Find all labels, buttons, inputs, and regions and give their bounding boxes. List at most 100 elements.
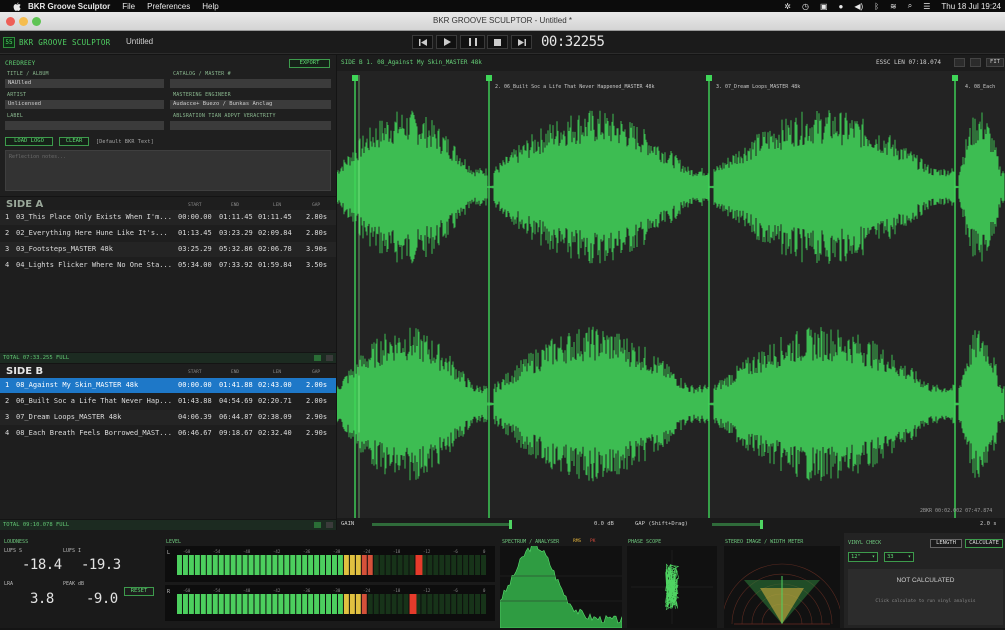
meter-segment — [469, 594, 475, 614]
pause-button[interactable] — [460, 35, 485, 49]
play-button[interactable] — [436, 35, 457, 49]
volume-icon[interactable]: ◀) — [854, 2, 863, 11]
account-status-icon[interactable]: ● — [839, 2, 844, 11]
table-row[interactable]: 2 06_Built Soc a Life That Never Hap... … — [0, 394, 336, 409]
apple-icon[interactable] — [12, 1, 22, 11]
track-number: 2 — [5, 397, 10, 405]
clear-button[interactable]: CLEAR — [59, 137, 89, 146]
reset-button[interactable]: RESET — [124, 587, 154, 596]
meter-segment — [475, 594, 481, 614]
gain-slider-handle[interactable] — [509, 520, 512, 529]
zoom-in-button[interactable] — [970, 58, 981, 67]
size-select[interactable]: 12" ▾ — [848, 552, 878, 562]
export-button[interactable]: EXPORT — [289, 59, 330, 68]
track-name: 07_Dream Loops_MASTER 48k — [16, 413, 122, 421]
gain-value: 0.0 dB — [594, 521, 614, 527]
table-row[interactable]: 2 02_Everything Here Hune Like It's... 0… — [0, 226, 336, 241]
track-name: 06_Built Soc a Life That Never Hap... — [16, 397, 172, 405]
peak-label: PEAK dB — [63, 581, 85, 587]
wifi-icon[interactable]: ≋ — [890, 2, 897, 11]
label-field[interactable] — [5, 121, 164, 130]
meter-segment — [188, 555, 194, 575]
length-button[interactable]: LENGTH — [930, 539, 962, 548]
meter-segment — [218, 594, 224, 614]
level-meter-right: -60 -54 -48 -42 -36 -30 -24 -18 -12 -6 0 — [177, 588, 486, 614]
meter-segment — [361, 555, 367, 575]
zoom-out-button[interactable] — [954, 58, 965, 67]
meter-segment — [212, 594, 218, 614]
track-number: 3 — [5, 413, 10, 421]
side-a-total-bar: TOTAL 07:33.255 FULL — [0, 353, 336, 363]
bluetooth-icon[interactable]: ᛒ — [874, 2, 879, 11]
meter-segment — [463, 555, 469, 575]
track-end: 04:54.69 — [219, 397, 253, 405]
meter-scale-label: -24 — [363, 549, 371, 554]
menu-preferences[interactable]: Preferences — [147, 2, 190, 11]
track-gap: 3.90s — [306, 245, 328, 253]
stop-button[interactable] — [487, 35, 508, 49]
rpm-select[interactable]: 33 ▾ — [884, 552, 914, 562]
gap-slider-handle[interactable] — [760, 520, 763, 529]
vinyl-check-panel: VINYL CHECK LENGTH CALCULATE 12" ▾ 33 ▾ … — [844, 533, 1005, 628]
catalog-field[interactable] — [170, 79, 331, 88]
gap-label: GAP (Shift+Drag) — [635, 521, 688, 527]
track-end: 03:23.29 — [219, 229, 253, 237]
skip-forward-button[interactable] — [511, 35, 532, 49]
table-row[interactable]: 3 03_Footsteps_MASTER 48k 03:25.29 05:32… — [0, 242, 336, 257]
rpm-select-value: 33 — [887, 554, 894, 560]
table-row[interactable]: 4 04_Lights Flicker Where No One Sta... … — [0, 258, 336, 273]
meter-segment — [308, 555, 314, 575]
side-a-add-icon[interactable] — [314, 355, 321, 361]
side-b-total: TOTAL 09:10.078 FULL — [3, 522, 70, 528]
meter-segment — [433, 555, 439, 575]
waveform-canvas[interactable]: 2. 06_Built Soc a Life That Never Happen… — [337, 71, 1005, 518]
table-row[interactable]: 3 07_Dream Loops_MASTER 48k 04:06.39 06:… — [0, 410, 336, 425]
table-row-selected[interactable]: 1 08_Against My Skin_MASTER 48k 00:00.00… — [0, 378, 336, 393]
side-a-remove-icon[interactable] — [326, 355, 333, 361]
mastering-field[interactable]: Audacce+ Buezo / Bunkas Anclag — [170, 100, 331, 109]
table-row[interactable]: 1 03_This Place Only Exists When I'm... … — [0, 210, 336, 225]
meter-segment — [177, 594, 182, 614]
meter-segment — [433, 594, 439, 614]
meter-scale-label: -30 — [333, 588, 341, 593]
settings-status-icon[interactable]: ✲ — [784, 2, 791, 11]
calculate-button[interactable]: CALCULATE — [965, 539, 1003, 548]
level-title: LEVEL — [166, 539, 182, 545]
fit-button[interactable]: FIT — [986, 58, 1004, 67]
skip-back-button[interactable] — [412, 35, 433, 49]
title-field[interactable]: NAUlled — [5, 79, 164, 88]
track-end: 01:11.45 — [219, 213, 253, 221]
meter-segment — [409, 555, 415, 575]
menu-file[interactable]: File — [122, 2, 135, 11]
gain-slider[interactable] — [372, 523, 512, 526]
meter-segment — [290, 594, 296, 614]
spectrum-fill — [499, 542, 623, 629]
side-b-col-gap: GAP — [312, 370, 321, 375]
window-status-icon[interactable]: ▣ — [820, 2, 828, 11]
gap-slider[interactable] — [712, 523, 762, 526]
side-b-remove-icon[interactable] — [326, 522, 333, 528]
track-marker-3-label: 3. 07_Dream Loops_MASTER 48k — [716, 84, 801, 90]
meter-segment — [266, 594, 272, 614]
meter-segment — [343, 594, 349, 614]
meter-scale-label: -12 — [423, 588, 431, 593]
clock-status-icon[interactable]: ◷ — [802, 2, 809, 11]
window-title: BKR GROOVE SCULPTOR - Untitled * — [433, 16, 572, 25]
load-logo-button[interactable]: LOAD LOGO — [5, 137, 53, 146]
meter-segment — [320, 555, 326, 575]
meter-segment — [284, 555, 290, 575]
track-gap: 2.90s — [306, 429, 328, 437]
reflection-notes-area[interactable]: Reflection notes... — [5, 150, 331, 191]
track-length: 02:09.84 — [258, 229, 292, 237]
menu-app-name[interactable]: BKR Groove Sculptor — [28, 2, 110, 11]
track-marker-handle-2 — [486, 75, 492, 81]
side-b-add-icon[interactable] — [314, 522, 321, 528]
notes-field[interactable] — [170, 121, 331, 130]
search-icon[interactable]: ⌕ — [908, 1, 912, 11]
brand-name: BKR GROOVE SCULPTOR — [19, 38, 111, 47]
control-center-icon[interactable]: ☰ — [923, 2, 930, 11]
meter-scale-label: -48 — [243, 549, 251, 554]
table-row[interactable]: 4 08_Each Breath Feels Borrowed_MAST... … — [0, 426, 336, 441]
menu-help[interactable]: Help — [202, 2, 218, 11]
artist-field[interactable]: Unlicensed — [5, 100, 164, 109]
